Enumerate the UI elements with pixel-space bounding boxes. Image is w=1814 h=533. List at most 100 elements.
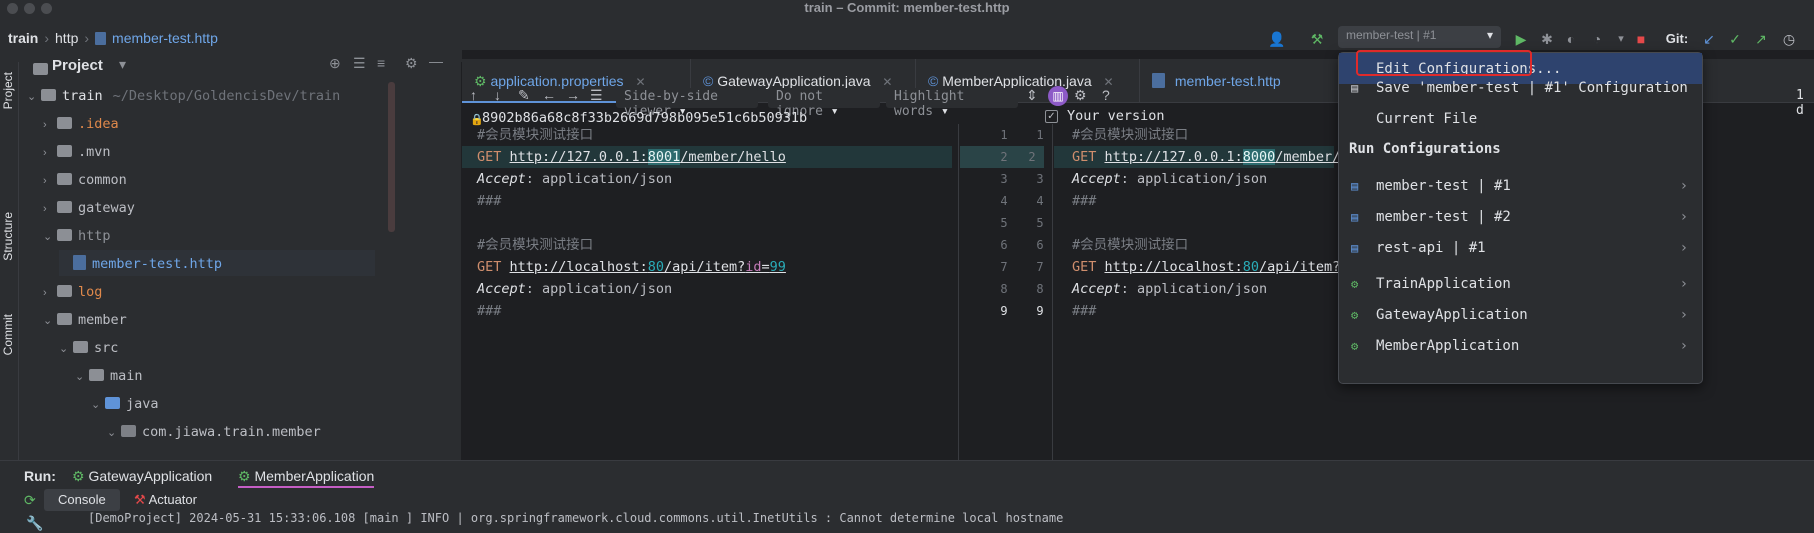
tree-item[interactable]: member-test.http (59, 250, 375, 276)
tree-item[interactable]: ⌄ member (43, 306, 127, 332)
run-config-item[interactable]: ⚙ TrainApplication › (1339, 269, 1702, 300)
arrow-down-icon[interactable]: ↓ (494, 87, 501, 103)
hammer-icon[interactable]: ⚒ (1308, 30, 1326, 48)
ignore-mode-dropdown[interactable]: Do not ignore ▾ (768, 88, 880, 119)
run-config-item[interactable]: ▤ member-test | #2 › (1339, 202, 1702, 233)
chevron-right-icon[interactable]: › (43, 196, 57, 222)
user-icon[interactable]: 👤 (1268, 30, 1286, 48)
folder-icon (57, 201, 72, 213)
checkbox[interactable]: ✓ (1045, 110, 1058, 123)
close-icon[interactable]: ✕ (882, 75, 892, 89)
tool-tab-project[interactable]: Project (1, 72, 15, 109)
tree-item[interactable]: › .mvn (43, 138, 111, 164)
code-line[interactable]: #会员模块测试接口 (1072, 234, 1188, 256)
run-config-item[interactable]: ⚙ MemberApplication › (1339, 331, 1702, 362)
tree-item[interactable]: › gateway (43, 194, 135, 220)
chevron-down-icon[interactable]: ▾ (1612, 30, 1630, 48)
hide-panel-icon[interactable]: — (429, 53, 443, 69)
run-config-label: MemberApplication (1376, 338, 1520, 354)
highlight-mode-dropdown[interactable]: Highlight words ▾ (886, 88, 1018, 119)
chevron-right-icon[interactable]: › (43, 280, 57, 306)
code-line[interactable]: GET http://127.0.0.1:8000/member/h (1072, 146, 1348, 168)
run-config-item[interactable]: ⚙ GatewayApplication › (1339, 300, 1702, 331)
code-line[interactable]: ### (1072, 190, 1096, 212)
tree-item[interactable]: ⌄ java (91, 390, 159, 416)
chevron-down-icon[interactable]: ▾ (119, 56, 126, 73)
close-window-icon[interactable] (7, 3, 18, 14)
subtab-console[interactable]: Console (44, 489, 120, 511)
tree-item[interactable]: ⌄ src (59, 334, 118, 360)
run-config-selector[interactable]: member-test | #1 ▾ (1338, 26, 1501, 48)
chevron-down-icon[interactable]: ⌄ (75, 364, 89, 390)
expand-all-icon[interactable]: ☰ (353, 55, 366, 72)
maximize-window-icon[interactable] (41, 3, 52, 14)
arrow-up-icon[interactable]: ↑ (470, 87, 477, 103)
run-icon[interactable]: ▶ (1512, 30, 1530, 48)
line-number: 1 (1036, 128, 1044, 142)
list-icon[interactable]: ☰ (590, 87, 603, 104)
code-line[interactable]: #会员模块测试接口 (1072, 124, 1188, 146)
sync-scroll-icon[interactable]: ▥ (1048, 86, 1068, 106)
close-icon[interactable]: ✕ (635, 75, 645, 89)
code-line[interactable]: ### (1072, 300, 1096, 322)
gear-icon[interactable]: ⚙ (1074, 87, 1087, 104)
collapse-all-icon[interactable]: ≡ (377, 55, 385, 71)
chevron-right-icon[interactable]: › (43, 112, 57, 138)
scrollbar-thumb[interactable] (388, 82, 395, 232)
minimize-window-icon[interactable] (24, 3, 35, 14)
tab-member-test-http[interactable]: member-test.http (1140, 59, 1340, 103)
menu-item-save-configuration[interactable]: ▤ Save 'member-test | #1' Configuration (1339, 73, 1702, 104)
breadcrumb-item[interactable]: http (55, 30, 78, 46)
run-config-item[interactable]: ▤ rest-api | #1 › (1339, 233, 1702, 264)
breadcrumb-item[interactable]: member-test.http (112, 30, 218, 46)
chevron-down-icon[interactable]: ⌄ (107, 420, 121, 446)
chevron-down-icon[interactable]: ⌄ (43, 224, 57, 250)
tree-item[interactable]: › .idea (43, 110, 119, 136)
arrow-left-icon[interactable]: ← (542, 87, 556, 103)
tree-item-label: http (78, 228, 111, 244)
chevron-down-icon[interactable]: ⌄ (91, 392, 105, 418)
run-config-item[interactable]: ▤ member-test | #1 › (1339, 171, 1702, 202)
code-line[interactable]: Accept: application/json (1072, 168, 1267, 190)
tree-item[interactable]: ⌄ com.jiawa.train.member (107, 418, 321, 444)
tree-item[interactable]: ⌄ http (43, 222, 111, 248)
debug-icon[interactable]: ✱ (1538, 30, 1556, 48)
rerun-icon[interactable]: ⟳ (24, 492, 36, 509)
run-tab-gateway-application[interactable]: ⚙ GatewayApplication (72, 464, 212, 488)
tree-item[interactable]: › log (43, 278, 102, 304)
chevron-down-icon[interactable]: ⌄ (27, 84, 41, 110)
chevron-down-icon[interactable]: ⌄ (43, 308, 57, 334)
menu-item-current-file[interactable]: Current File (1339, 104, 1702, 135)
chevron-right-icon[interactable]: › (43, 140, 57, 166)
stop-icon[interactable]: ■ (1632, 30, 1650, 48)
wrench-icon[interactable]: 🔧 (26, 515, 43, 532)
profile-icon[interactable]: ◔ (1588, 30, 1606, 48)
subtab-actuator[interactable]: ⚒ Actuator (120, 489, 211, 511)
edit-icon[interactable]: ✎ (518, 87, 530, 104)
folder-icon (41, 89, 56, 101)
run-tab-member-application[interactable]: ⚙ MemberApplication (238, 464, 375, 488)
git-push-icon[interactable]: ↗ (1752, 30, 1770, 48)
tree-item[interactable]: ⌄ train ~/Desktop/GoldencisDev/train (27, 82, 340, 108)
git-commit-icon[interactable]: ✓ (1726, 30, 1744, 48)
gear-icon[interactable]: ⚙ (405, 55, 418, 72)
chevron-right-icon[interactable]: › (43, 168, 57, 194)
tool-tab-commit[interactable]: Commit (1, 314, 15, 355)
breadcrumb-item[interactable]: train (8, 30, 38, 46)
collapse-unchanged-icon[interactable]: ⇕ (1026, 87, 1038, 104)
tool-tab-structure[interactable]: Structure (1, 212, 15, 261)
viewer-mode-dropdown[interactable]: Side-by-side viewer ▾ (616, 88, 758, 119)
tree-item[interactable]: ⌄ main (75, 362, 143, 388)
code-line[interactable]: GET http://localhost:80/api/item?i (1072, 256, 1348, 278)
project-panel-title[interactable]: Project (52, 57, 103, 74)
locate-icon[interactable]: ⊕ (329, 55, 341, 72)
chevron-down-icon[interactable]: ⌄ (59, 336, 73, 362)
history-icon[interactable]: ◷ (1780, 30, 1798, 48)
git-update-icon[interactable]: ↙ (1700, 30, 1718, 48)
tree-item[interactable]: › common (43, 166, 127, 192)
coverage-icon[interactable]: ◐ (1562, 30, 1580, 48)
code-line[interactable]: Accept: application/json (1072, 278, 1267, 300)
help-icon[interactable]: ? (1102, 87, 1110, 103)
arrow-right-icon[interactable]: → (566, 87, 580, 103)
chevron-down-icon: ▾ (1486, 28, 1493, 42)
